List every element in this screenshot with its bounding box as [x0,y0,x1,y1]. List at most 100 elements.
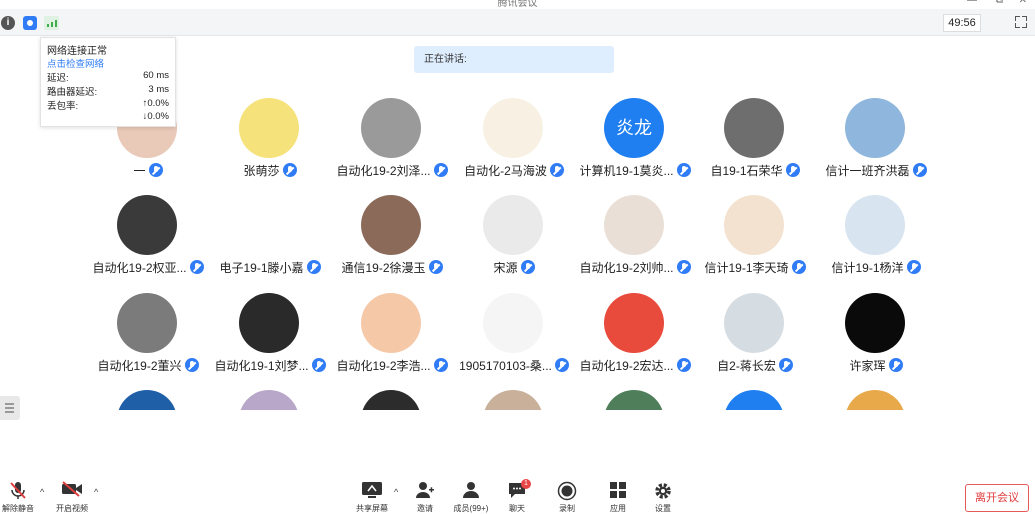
participant-name: 张萌莎 [208,162,332,179]
check-network-link[interactable]: 点击检查网络 [47,56,169,70]
mic-muted-icon [428,260,443,274]
mic-muted-icon [148,163,163,177]
members-button[interactable]: 成员(99+) [449,473,493,513]
settings-label: 设置 [655,504,671,513]
participant-name: 自动化19-2权亚... [86,259,210,276]
participant-name-text: 自动化19-1刘梦... [214,359,309,373]
minimize-button[interactable]: — [967,0,977,6]
participant-avatar [483,293,543,353]
unmute-button[interactable]: 解除静音 [0,473,40,513]
close-button[interactable]: ✕ [1019,0,1027,6]
participant-tile[interactable]: 炎龙计算机19-1莫炎... [573,98,697,194]
meeting-timer: 49:56 [943,14,981,32]
participant-tile[interactable]: 自动化19-2刘帅... [573,195,697,291]
mic-muted-icon [520,260,535,274]
participant-tile[interactable] [86,390,210,410]
avatar-initials: 炎龙 [616,118,652,138]
maximize-button[interactable]: ⧉ [996,0,1003,6]
video-options-caret-icon[interactable]: ^ [94,487,98,497]
participant-tile[interactable]: 信计19-1李天琦 [693,195,817,291]
participant-name: 自动化19-2刘泽... [330,162,454,179]
participant-name: 自动化19-2李浩... [330,357,454,374]
settings-button[interactable]: 设置 [641,473,685,513]
participant-avatar [845,98,905,158]
participant-tile[interactable]: 张萌莎 [208,98,332,194]
start-video-button[interactable]: 开启视频 [50,473,94,513]
participant-name-text: 计算机19-1莫炎... [579,164,674,178]
participant-tile[interactable]: 自动化19-2宏达... [573,293,697,389]
participant-avatar [483,195,543,255]
apps-icon [610,482,626,498]
window-titlebar: 腾讯会议 — ⧉ ✕ [0,0,1035,9]
participant-avatar [239,293,299,353]
participant-tile[interactable]: 来国 [693,390,817,410]
leave-meeting-button[interactable]: 离开会议 [965,484,1029,512]
participant-avatar [361,293,421,353]
record-button[interactable]: 录制 [545,473,589,513]
participant-name-text: 许家珲 [849,359,886,373]
participant-tile[interactable]: 自动化19-1刘梦... [208,293,332,389]
invite-icon [416,482,434,498]
participant-tile[interactable]: 信计19-1杨洋 [814,195,938,291]
participant-avatar [117,390,177,410]
shield-icon[interactable] [23,16,37,30]
chat-button[interactable]: 1 聊天 [495,473,539,513]
participant-name-text: 自动化19-2权亚... [92,261,187,275]
participant-tile[interactable]: 自动化19-2李浩... [330,293,454,389]
mic-muted-icon [791,260,806,274]
participant-tile[interactable]: 自动化19-2刘泽... [330,98,454,194]
participant-name-text: 自动化19-2刘帅... [579,261,674,275]
participant-avatar: 来国 [724,390,784,410]
participant-tile[interactable]: 许家珲 [814,293,938,389]
participant-tile[interactable]: 通信19-2徐漫玉 [330,195,454,291]
participant-tile[interactable] [452,390,576,410]
mic-muted-icon [306,260,321,274]
participant-name-text: 自动化19-2宏达... [579,359,674,373]
participant-name-text: 自动化-2马海波 [464,164,547,178]
side-panel-toggle[interactable] [0,396,20,420]
participant-tile[interactable] [573,390,697,410]
share-options-caret-icon[interactable]: ^ [394,487,398,497]
participant-name-text: 信计19-1李天琦 [704,261,789,275]
participant-name: 自19-1石荣华 [693,162,817,179]
participant-tile[interactable]: 自动化19-2董兴 [86,293,210,389]
participant-name: 自动化19-2宏达... [573,357,697,374]
participant-tile[interactable] [208,390,332,410]
participant-tile[interactable] [814,390,938,410]
audio-options-caret-icon[interactable]: ^ [40,487,44,497]
chat-label: 聊天 [509,504,525,513]
participant-avatar [239,195,299,255]
participant-tile[interactable]: 宋源 [452,195,576,291]
participant-avatar [117,195,177,255]
mic-muted-icon [433,358,448,372]
network-status-popup: 网络连接正常 点击检查网络 延迟: 60 ms 路由器延迟: 3 ms 丢包率: ↑0… [40,37,176,127]
participant-avatar [724,195,784,255]
record-label: 录制 [559,504,575,513]
mic-muted-icon [778,358,793,372]
unmute-label: 解除静音 [2,504,34,513]
participant-tile[interactable]: 1905170103-桑... [452,293,576,389]
mic-muted-icon [888,358,903,372]
participant-tile[interactable]: 自19-1石荣华 [693,98,817,194]
invite-button[interactable]: 邀请 [403,473,447,513]
network-status-text: 网络连接正常 [47,46,107,57]
members-icon [463,482,479,498]
participant-avatar [361,195,421,255]
participant-tile[interactable]: 信计一班齐洪磊 [814,98,938,194]
participant-tile[interactable] [330,390,454,410]
participant-name: 通信19-2徐漫玉 [330,259,454,276]
participant-avatar [845,390,905,410]
participant-tile[interactable]: 电子19-1滕小嘉 [208,195,332,291]
participant-tile[interactable]: 自动化-2马海波 [452,98,576,194]
fullscreen-icon[interactable] [1015,16,1027,28]
participant-tile[interactable]: 自动化19-2权亚... [86,195,210,291]
members-label: 成员(99+) [453,504,489,513]
share-screen-button[interactable]: 共享屏幕 [350,473,394,513]
participant-tile[interactable]: 自2-蒋长宏 [693,293,817,389]
mic-muted-icon [311,358,326,372]
info-icon[interactable]: i [1,16,15,30]
signal-icon[interactable] [44,16,59,30]
camera-off-icon [62,481,82,497]
apps-button[interactable]: 应用 [596,473,640,513]
participant-avatar [724,293,784,353]
